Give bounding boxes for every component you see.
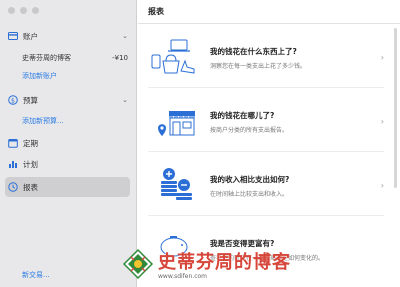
scrollbar[interactable] (394, 28, 397, 188)
report-card-categories[interactable]: 我的钱花在什么东西上了? 洞察您在每一类支出上花了多少钱。 › (148, 28, 384, 88)
add-account-link[interactable]: 添加新账户 (22, 69, 128, 83)
sidebar-item-budget[interactable]: $ 预算 ⌄ (8, 92, 128, 108)
sidebar-item-reports[interactable]: 报表 (5, 177, 130, 197)
account-name: 史蒂芬周的博客 (22, 54, 71, 62)
clock-icon (8, 182, 18, 192)
credit-card-icon (8, 31, 18, 41)
account-balance: -¥10 (112, 54, 128, 62)
sidebar-item-label: 账户 (23, 31, 38, 41)
account-item[interactable]: 史蒂芬周的博客 -¥10 (22, 51, 128, 65)
zoom-window-button[interactable] (32, 7, 39, 14)
piggy-bank-icon (148, 228, 200, 272)
chevron-right-icon: › (380, 53, 384, 62)
chevron-right-icon: › (380, 117, 384, 126)
calendar-icon (8, 138, 18, 148)
dollar-circle-icon: $ (8, 95, 18, 105)
chevron-right-icon: › (380, 181, 384, 190)
report-description: 按商户分类的所有支出报告。 (210, 126, 289, 134)
report-question: 我的钱花在什么东西上了? (210, 46, 297, 56)
report-card-income-vs-expense[interactable]: 我的收入相比支出如何? 在时间轴上比较支出和收入。 › (148, 156, 384, 216)
sidebar-item-label: 定期 (23, 138, 38, 148)
report-description: 在时间轴上比较支出和收入。 (210, 190, 289, 198)
sidebar-item-label: 报表 (23, 182, 38, 192)
close-window-button[interactable] (8, 7, 15, 14)
report-card-merchants[interactable]: 我的钱花在哪儿了? 按商户分类的所有支出报告。 › (148, 92, 384, 152)
page-title: 报表 (138, 0, 400, 24)
report-description: 查看您的账户在一段时期内是如何变化的。 (210, 255, 325, 262)
coins-plus-minus-icon (148, 164, 200, 208)
store-location-icon (148, 100, 200, 144)
svg-text:$: $ (11, 96, 15, 104)
sidebar-item-label: 预算 (23, 95, 38, 105)
sidebar: 账户 ⌄ 史蒂芬周的博客 -¥10 添加新账户 $ 预算 ⌄ 添加新预算... … (0, 0, 137, 287)
bar-chart-icon (8, 159, 18, 169)
window-controls (8, 7, 39, 14)
report-question: 我的钱花在哪儿了? (210, 110, 275, 120)
report-question: 我是否变得更富有? (210, 239, 275, 248)
report-card-net-worth[interactable]: 我是否变得更富有? 查看您的账户在一段时期内是如何变化的。 (148, 220, 384, 280)
add-budget-link[interactable]: 添加新预算... (22, 114, 128, 128)
sidebar-item-accounts[interactable]: 账户 ⌄ (8, 28, 128, 44)
main-panel: 报表 我的钱花在什么东西上了? 洞察您在每一类支出上花了多少钱。 › 我的钱花在… (138, 0, 400, 287)
shopping-illustration-icon (148, 36, 200, 80)
report-description: 洞察您在每一类支出上花了多少钱。 (210, 62, 307, 70)
sidebar-item-label: 计划 (23, 159, 38, 169)
sidebar-item-plan[interactable]: 计划 (8, 156, 128, 172)
sidebar-item-recurring[interactable]: 定期 (8, 135, 128, 151)
new-transaction-link[interactable]: 新交易... (22, 268, 128, 282)
minimize-window-button[interactable] (20, 7, 27, 14)
chevron-down-icon[interactable]: ⌄ (122, 96, 128, 104)
report-question: 我的收入相比支出如何? (210, 174, 290, 184)
chevron-down-icon[interactable]: ⌄ (122, 32, 128, 40)
